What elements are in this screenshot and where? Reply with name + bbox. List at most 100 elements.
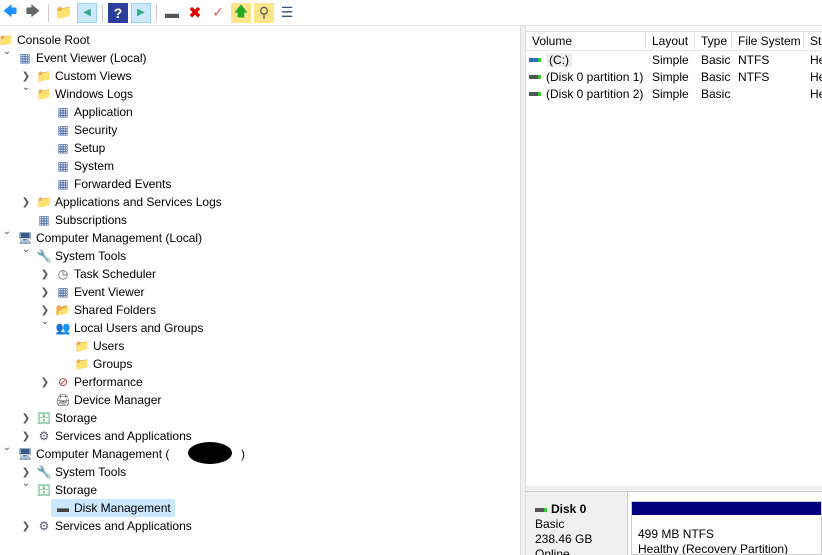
tree-item[interactable]: 🖨 Device Manager <box>0 391 173 409</box>
chevron-right-icon[interactable]: ❯ <box>40 269 50 280</box>
tree-item[interactable]: ❯ ◷ Task Scheduler <box>0 265 173 283</box>
chevron-right-icon[interactable]: ❯ <box>40 377 50 388</box>
tree-item[interactable]: ❯ ⚙ Services and Applications <box>0 517 231 535</box>
tree-item-label: Computer Management ( <box>36 447 170 461</box>
chevron-down-icon[interactable]: ⌄ <box>2 226 12 237</box>
tree-item[interactable]: ▦ Forwarded Events <box>0 175 187 193</box>
chevron-down-icon[interactable]: ⌄ <box>2 442 12 453</box>
tree-item[interactable]: ⌄ 🔧 System Tools <box>0 244 140 265</box>
up-folder-icon[interactable]: 📁 <box>54 3 74 23</box>
volume-list: Volume Layout Type File System Sta (C:) S… <box>526 31 822 486</box>
chevron-down-icon[interactable]: ⌄ <box>21 244 31 255</box>
tree-item-label: Custom Views <box>55 69 132 83</box>
tree-item-label: Windows Logs <box>55 87 134 101</box>
chevron-right-icon[interactable]: ❯ <box>40 305 50 316</box>
column-header-layout[interactable]: Layout <box>646 32 695 50</box>
import-icon[interactable]: 🡅 <box>231 2 251 23</box>
toolbar-divider <box>156 3 157 22</box>
users-icon: 👥 <box>55 321 71 335</box>
show-hide-action-pane-icon[interactable]: ▶ <box>131 2 151 23</box>
tree-item[interactable]: ⌄ 📁 Windows Logs <box>0 82 140 103</box>
tree-item[interactable]: ▦ System <box>0 157 117 175</box>
tree-item-label: Event Viewer (Local) <box>36 51 147 65</box>
tree-item[interactable]: ⌄ 🖥 Computer Management (Local) <box>0 226 226 247</box>
toolbar: 🡄 🡆 📁 ◀ ? ▶ ▬ ✖ ✓ 🡅 ⚲ ☰ <box>0 0 822 26</box>
tree-item[interactable]: 📁 Groups <box>0 355 136 373</box>
tree-item[interactable]: ⌄ 🖥 Computer Management () <box>0 442 245 464</box>
tree-item[interactable]: ▦ Setup <box>0 139 110 157</box>
tree-item-label: Applications and Services Logs <box>55 195 222 209</box>
folder-icon: 📁 <box>36 195 52 209</box>
tree-item[interactable]: ▦ Security <box>0 121 131 139</box>
volume-cell: Simple <box>652 69 689 84</box>
chevron-down-icon[interactable]: ⌄ <box>21 478 31 489</box>
partition-block[interactable]: 499 MB NTFS Healthy (Recovery Partition) <box>631 501 822 555</box>
tree-item[interactable]: ❯ 📂 Shared Folders <box>0 301 173 319</box>
log-icon: ▦ <box>57 159 69 173</box>
chevron-right-icon[interactable]: ❯ <box>21 431 31 442</box>
column-header-volume[interactable]: Volume <box>526 32 646 50</box>
tools-icon: 🔧 <box>36 465 52 479</box>
column-header-status[interactable]: Sta <box>804 32 822 50</box>
tree-item[interactable]: ⌄ 🗄 Storage <box>0 478 105 499</box>
chevron-right-icon[interactable]: ❯ <box>21 467 31 478</box>
chevron-down-icon[interactable]: ⌄ <box>21 82 31 93</box>
tree-item[interactable]: ▬ Disk Management <box>51 499 175 517</box>
tree-item-suffix: ) <box>241 447 245 461</box>
tree-item[interactable]: ▦ Subscriptions <box>0 211 147 229</box>
volume-cell: Basic <box>701 86 731 101</box>
tree-item-label: Local Users and Groups <box>74 321 204 335</box>
disk-info[interactable]: Disk 0 Basic 238.46 GB Online <box>526 492 628 555</box>
tree-item[interactable]: ❯ 🗄 Storage <box>0 409 105 427</box>
tree-item-label: Security <box>74 123 118 137</box>
log-icon: ▦ <box>38 213 50 227</box>
volume-cell: He <box>810 69 822 84</box>
search-icon[interactable]: ⚲ <box>254 2 274 23</box>
column-header-file-system[interactable]: File System <box>732 32 804 50</box>
chevron-down-icon[interactable]: ⌄ <box>2 46 12 57</box>
back-arrow-icon[interactable]: 🡄 <box>0 3 20 23</box>
volume-row[interactable]: (Disk 0 partition 2) Simple Basic He <box>526 85 822 102</box>
tree-item[interactable]: ❯ 📁 Applications and Services Logs <box>0 193 266 211</box>
volume-icon <box>529 58 541 63</box>
disk-map: Disk 0 Basic 238.46 GB Online 499 MB NTF… <box>526 492 822 555</box>
volume-cell: (C:) <box>546 52 572 67</box>
tree-item-label: System <box>74 159 115 173</box>
tree-item-label: Task Scheduler <box>74 267 157 281</box>
tree-item-label: Setup <box>74 141 106 155</box>
chevron-right-icon[interactable]: ❯ <box>21 521 31 532</box>
properties-icon[interactable]: ✓ <box>208 3 228 23</box>
tree-item[interactable]: ❯ ⚙ Services and Applications <box>0 427 231 445</box>
delete-icon[interactable]: ✖ <box>185 3 205 23</box>
tree-item-label: Storage <box>55 483 98 497</box>
tree-item-label: Users <box>93 339 125 353</box>
volume-row[interactable]: (C:) Simple Basic NTFS He <box>526 51 822 68</box>
forward-arrow-icon[interactable]: 🡆 <box>23 3 43 23</box>
column-header-type[interactable]: Type <box>695 32 732 50</box>
tree-item[interactable]: 📁 Console Root <box>0 31 102 49</box>
settings-icon[interactable]: ☰ <box>277 3 297 23</box>
tree-item-label: Subscriptions <box>55 213 128 227</box>
disk-size: 238.46 GB <box>535 532 593 546</box>
connect-drive-icon[interactable]: ▬ <box>162 3 182 23</box>
chevron-right-icon[interactable]: ❯ <box>40 287 50 298</box>
volume-row[interactable]: (Disk 0 partition 1) Simple Basic NTFS He <box>526 68 822 85</box>
help-icon[interactable]: ? <box>108 2 128 23</box>
tree-item-label: Application <box>74 105 133 119</box>
log-icon: ▦ <box>19 51 31 65</box>
partition-bar <box>632 502 821 515</box>
volume-icon <box>529 75 541 80</box>
tree-item[interactable]: ▦ Application <box>0 103 152 121</box>
tree-item-label: Device Manager <box>74 393 162 407</box>
tree-item[interactable]: ❯ ⊘ Performance <box>0 373 152 391</box>
chevron-down-icon[interactable]: ⌄ <box>40 316 50 327</box>
folder-icon: 📁 <box>74 339 90 353</box>
chevron-right-icon[interactable]: ❯ <box>21 71 31 82</box>
show-hide-console-tree-icon[interactable]: ◀ <box>77 2 97 23</box>
tree-item[interactable]: ⌄ ▦ Event Viewer (Local) <box>0 46 177 67</box>
tree-item[interactable]: ❯ ▦ Event Viewer <box>0 283 159 301</box>
chevron-right-icon[interactable]: ❯ <box>21 413 31 424</box>
chevron-right-icon[interactable]: ❯ <box>21 197 31 208</box>
tree-item[interactable]: ⌄ 👥 Local Users and Groups <box>0 316 229 337</box>
tree-item[interactable]: 📁 Users <box>0 337 129 355</box>
